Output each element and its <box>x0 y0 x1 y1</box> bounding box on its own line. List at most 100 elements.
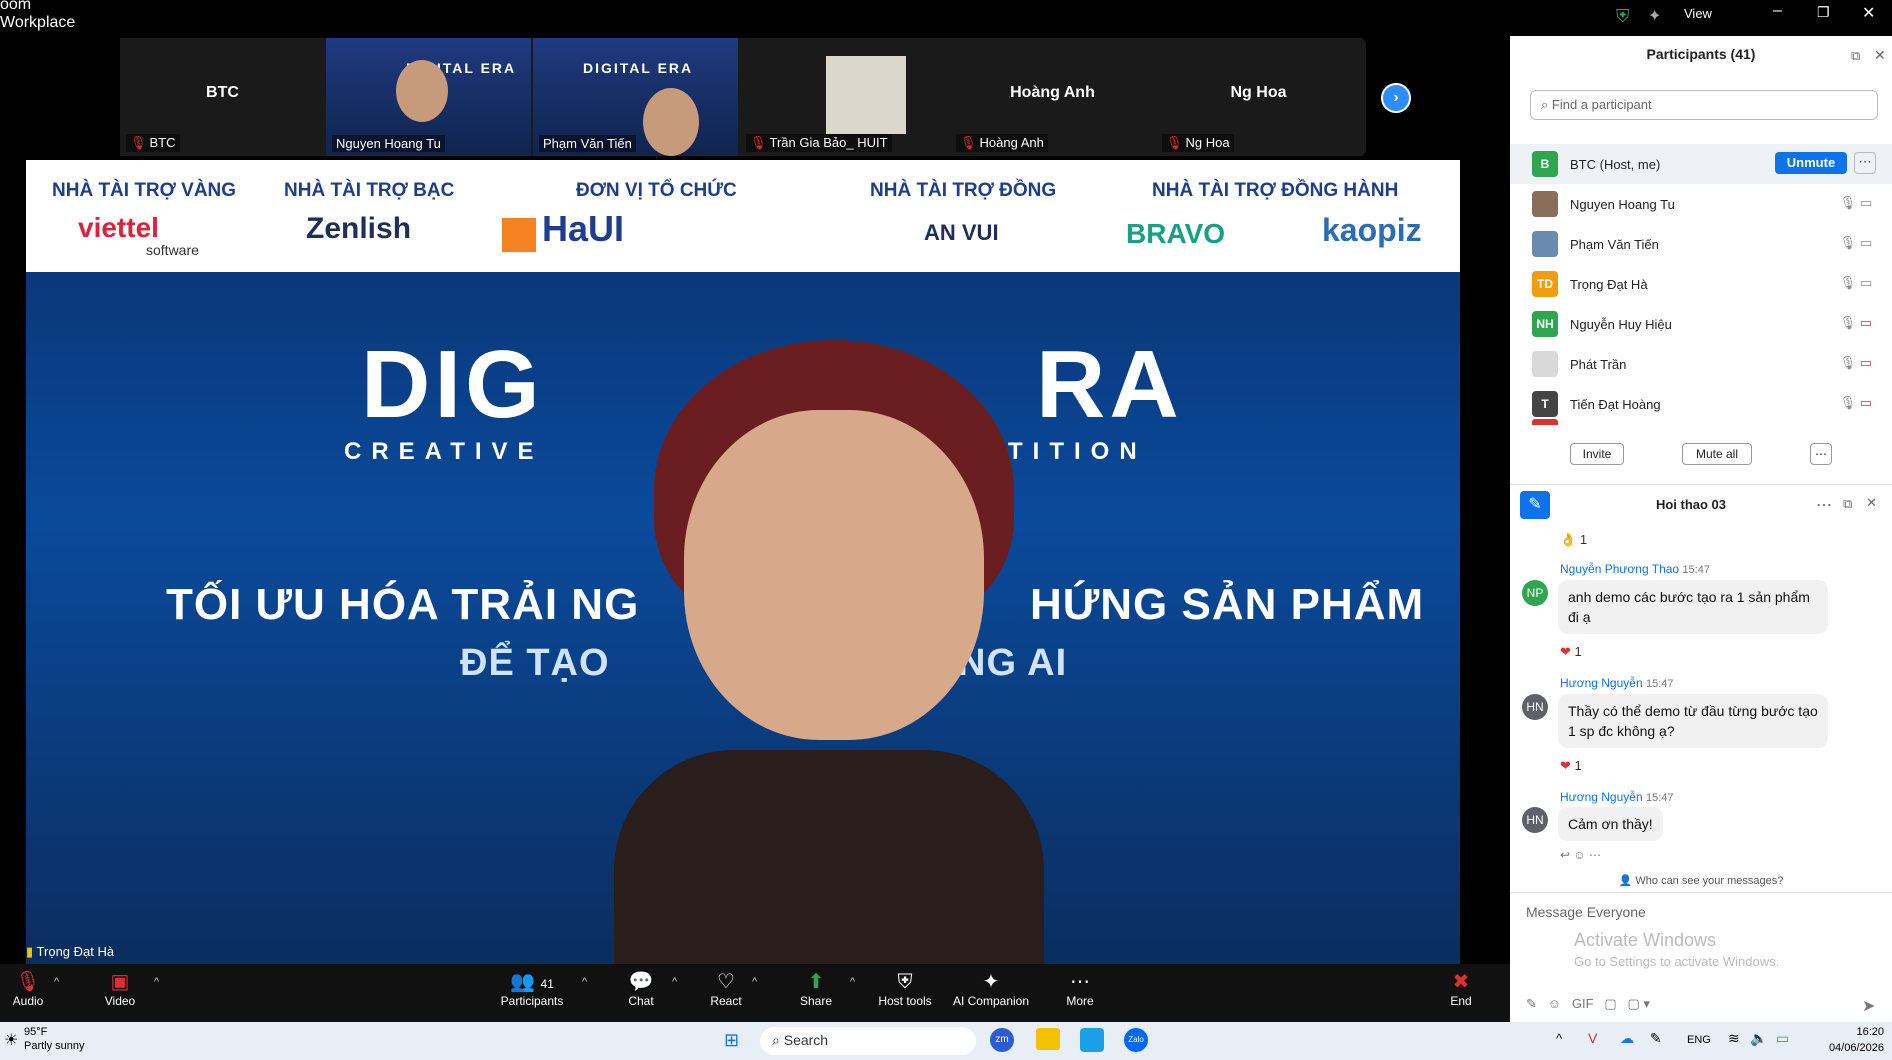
ai-companion-button[interactable]: ✦ AI Companion <box>951 970 1031 1008</box>
reaction-heart[interactable]: ❤ 1 <box>1560 758 1582 774</box>
haui-emblem-icon <box>502 218 536 252</box>
popout-icon[interactable]: ⧉ <box>1851 48 1860 64</box>
kaopiz-logo: kaopiz <box>1322 212 1422 248</box>
sparkle-icon[interactable]: ✦ <box>1648 6 1661 26</box>
message-bubble[interactable]: Cảm ơn thầy! <box>1558 807 1663 841</box>
participant-row[interactable]: Phát Trần 🎙 ▭ <box>1510 344 1892 384</box>
mic-video-icon: 🎙 ▭ <box>1839 235 1872 250</box>
mic-video-icon: 🎙 ▭ <box>1839 275 1872 290</box>
weather-temp[interactable]: 95°F <box>24 1026 47 1038</box>
participant-row[interactable]: TD Trọng Đạt Hà 🎙 ▭ <box>1510 264 1892 304</box>
tile-btc[interactable]: BTC 🎙 BTC <box>120 38 325 156</box>
more-icon[interactable]: ⋯ <box>1854 152 1876 174</box>
message-bubble[interactable]: anh demo các bước tạo ra 1 sản phẩm đi ạ <box>1558 580 1828 634</box>
weather-desc[interactable]: Partly sunny <box>24 1040 85 1052</box>
wifi-icon[interactable]: ≋ <box>1728 1030 1740 1047</box>
mute-all-button[interactable]: Mute all <box>1682 443 1752 465</box>
tile-name: BTC <box>206 84 239 101</box>
anvui-logo: AN VUI <box>924 220 999 245</box>
tile-ng-hoa[interactable]: Ng Hoa 🎙 Ng Hoa <box>1156 38 1361 156</box>
chat-options-caret[interactable]: ^ <box>672 976 677 988</box>
participant-row[interactable]: B BTC (Host, me) Unmute ⋯ <box>1510 144 1892 184</box>
video-button[interactable]: ▣ Video <box>80 970 160 1008</box>
message-input[interactable]: Message Everyone <box>1526 904 1646 920</box>
heart-icon: ❤ <box>1560 758 1571 773</box>
signal-icon: ▮ <box>26 944 34 959</box>
who-can-see-link[interactable]: 👤 Who can see your messages? <box>1510 874 1892 887</box>
next-page-button[interactable]: › <box>1381 83 1411 113</box>
participant-name: BTC (Host, me) <box>1570 157 1661 172</box>
language-indicator[interactable]: ENG <box>1687 1034 1711 1046</box>
slide-title-left: DIG <box>361 331 544 438</box>
antivirus-icon[interactable]: V <box>1588 1030 1597 1046</box>
share-options-caret[interactable]: ^ <box>850 976 855 988</box>
tile-pham-van-tien[interactable]: DIGITAL ERA Phạm Văn Tiến <box>533 38 738 156</box>
avatar <box>1532 191 1558 217</box>
person-icon: 👤 <box>1618 875 1633 887</box>
windows-taskbar: ☀ 95°F Partly sunny ⊞ ⌕ Search zm Zalo ^… <box>0 1022 1892 1060</box>
more-icon[interactable]: ⋯ <box>1810 443 1832 465</box>
participants-options-caret[interactable]: ^ <box>582 976 587 988</box>
taskbar-search[interactable]: ⌕ Search <box>760 1027 976 1055</box>
participant-row[interactable]: NH Nguyễn Huy Hiệu 🎙 ▭ <box>1510 304 1892 344</box>
participant-name: Nguyen Hoang Tu <box>1570 197 1675 212</box>
host-tools-button[interactable]: ⛨ Host tools <box>865 970 945 1008</box>
windows-start-icon[interactable]: ⊞ <box>724 1030 739 1051</box>
participants-title: Participants (41) <box>1646 46 1756 62</box>
invite-button[interactable]: Invite <box>1570 443 1624 465</box>
app-title: oom Workplace <box>0 0 76 31</box>
minimize-icon[interactable]: – <box>1773 2 1782 20</box>
more-button[interactable]: ⋯ More <box>1040 970 1120 1008</box>
cloud-icon[interactable]: ☁ <box>1620 1030 1634 1047</box>
message-bubble[interactable]: Thầy có thể demo từ đầu từng bước tạo 1 … <box>1558 694 1828 748</box>
popout-icon[interactable]: ⧉ <box>1843 496 1852 512</box>
tile-label: 🎙 BTC <box>126 134 180 152</box>
participants-button[interactable]: 👥 41 Participants <box>492 970 572 1008</box>
speaker-icon[interactable]: 🔈 <box>1750 1030 1767 1047</box>
participant-row[interactable]: Nguyen Hoang Tu 🎙 ▭ <box>1510 184 1892 224</box>
side-panel: Participants (41) ⧉ ✕ ⌕ Find a participa… <box>1510 36 1892 1022</box>
chat-format-tools[interactable]: ✎ ☺ GIF ▢ ▢ ▾ <box>1526 996 1650 1012</box>
participant-row[interactable]: T Tiến Đạt Hoàng 🎙 ▭ <box>1510 384 1892 424</box>
unmute-button[interactable]: Unmute <box>1775 152 1847 174</box>
tile-hoang-anh[interactable]: Hoàng Anh 🎙 Hoàng Anh <box>950 38 1155 156</box>
share-button[interactable]: ⬆ Share <box>776 970 856 1008</box>
send-icon[interactable]: ➤ <box>1862 996 1875 1016</box>
participant-row[interactable]: Phạm Văn Tiến 🎙 ▭ <box>1510 224 1892 264</box>
slide-title-right: RA <box>1036 331 1183 438</box>
zalo-icon[interactable]: Zalo <box>1124 1028 1148 1052</box>
pen-icon[interactable]: ✎ <box>1650 1030 1662 1047</box>
react-options-caret[interactable]: ^ <box>752 976 757 988</box>
participant-search-input[interactable]: ⌕ Find a participant <box>1530 90 1878 120</box>
audio-options-caret[interactable]: ^ <box>54 976 59 988</box>
message-actions[interactable]: ↩ ☺ ⋯ <box>1560 848 1601 862</box>
reaction-heart[interactable]: ❤ 1 <box>1560 644 1582 660</box>
haui-logo: HaUI <box>542 208 625 249</box>
participant-face <box>396 60 448 122</box>
restore-icon[interactable]: ❐ <box>1817 4 1830 21</box>
end-button[interactable]: ✖ End <box>1421 970 1501 1008</box>
video-options-caret[interactable]: ^ <box>154 976 159 988</box>
close-icon[interactable]: ✕ <box>1862 3 1875 23</box>
battery-icon[interactable]: ▭ <box>1776 1030 1789 1047</box>
close-icon[interactable]: ✕ <box>1866 495 1877 511</box>
participant-name: Nguyễn Huy Hiệu <box>1570 317 1672 332</box>
tile-tran-gia-bao[interactable]: 🎙 Trần Gia Bảo_ HUIT <box>740 38 945 156</box>
reaction-ok[interactable]: 👌 1 <box>1560 532 1587 548</box>
tile-nguyen-hoang-tu[interactable]: DIGITAL ERA Nguyen Hoang Tu <box>326 38 531 156</box>
close-panel-icon[interactable]: ✕ <box>1874 47 1886 64</box>
more-icon[interactable]: ⋯ <box>1816 495 1832 515</box>
slide-line1-right: HỨNG SẢN PHẨM <box>1030 580 1425 629</box>
participant-face <box>643 88 699 156</box>
chat-button[interactable]: 💬 Chat <box>601 970 681 1008</box>
clock-time[interactable]: 16:20 <box>1826 1026 1884 1038</box>
folder-icon[interactable] <box>1036 1028 1060 1050</box>
zoom-app-icon[interactable]: zm <box>990 1028 1014 1052</box>
app-icon[interactable] <box>1080 1028 1104 1052</box>
tile-name: Ng Hoa <box>1230 84 1287 101</box>
mic-muted-icon: 🎙 <box>960 135 977 150</box>
clock-date[interactable]: 04/06/2026 <box>1812 1042 1884 1054</box>
avatar: NP <box>1522 580 1548 606</box>
tray-chevron-icon[interactable]: ^ <box>1556 1031 1562 1046</box>
view-button[interactable]: View <box>1684 6 1712 21</box>
